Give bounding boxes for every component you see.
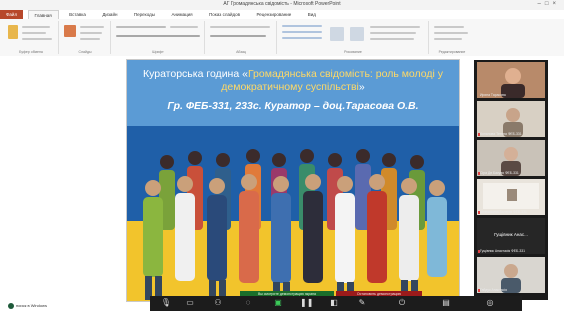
participant-tile[interactable]: Гущівник Анас... Гущівник Анастасія ФЕБ-… [477,218,545,254]
participant-name: Гущівник Анастасія ФЕБ-331 [480,249,526,253]
search-placeholder: поиск в Windows [16,303,47,308]
group-label-slides: Слайды [78,50,92,54]
chat-icon[interactable]: ◌ [242,298,254,308]
group-label-drawing: Рисование [344,50,362,54]
participant-tile[interactable]: Сіра Дв Бакуля ФЕБ-331 [477,140,545,176]
slide-subtitle: Гр. ФЕБ-331, 233с. Куратор – доц.Тарасов… [167,100,419,112]
participant-name-large: Гущівник Анас... [494,232,528,237]
participant-name: Гайдук Анастасія [480,288,507,292]
window-title: АГ Громадянська свідомість - Microsoft P… [223,1,341,7]
slide[interactable]: Кураторська година «Громадянська свідомі… [126,59,460,302]
group-font: Шрифт [112,21,205,54]
video-gallery: Ирина Тарасова Копилова Тетяна ФЕБ-331 С… [474,60,548,300]
arrange-icon[interactable] [330,27,344,41]
tab-insert[interactable]: Вставка [63,10,92,19]
group-label-font: Шрифт [152,50,164,54]
view-icon[interactable]: ▤ [440,298,452,308]
more-icon[interactable]: ◎ [484,298,496,308]
group-label-editing: Редактирование [438,50,466,54]
group-label-paragraph: Абзац [236,50,246,54]
taskbar-search[interactable]: поиск в Windows [8,302,68,310]
slide-illustration [127,126,459,301]
participant-tile[interactable]: Гайдук Анастасія [477,257,545,293]
participant-name: Копилова Тетяна ФЕБ-331 [480,132,522,136]
tab-slideshow[interactable]: Показ слайдов [203,10,246,19]
group-clipboard: Буфер обмена [4,21,59,54]
meeting-toolbar: 🎙 ▭ ⚇ ◌ ▣ ❚❚ ◧ ✎ ⏻ ▤ ◎ [150,296,522,311]
share-screen-icon[interactable]: ▣ [272,298,284,308]
slide-title: Кураторська година «Громадянська свідомі… [142,68,444,93]
camera-icon[interactable]: ▭ [184,298,196,308]
tab-review[interactable]: Рецензирование [250,10,297,19]
cortana-icon[interactable] [8,302,14,309]
new-slide-icon[interactable] [64,25,76,37]
record-icon[interactable]: ⏻ [396,298,408,308]
participant-tile[interactable]: Шевчишина Валерія ФЕБ-331 [477,179,545,215]
group-editing: Редактирование [430,21,474,54]
paste-icon[interactable] [8,25,18,39]
ribbon: Буфер обмена Слайды Шрифт Абзац Рисовани… [0,19,564,57]
group-drawing: Рисование [278,21,429,54]
group-slides: Слайды [60,21,111,54]
participants-icon[interactable]: ⚇ [212,298,224,308]
tab-file[interactable]: Файл [0,10,24,19]
group-paragraph: Абзац [206,21,277,54]
annotate-icon[interactable]: ◧ [328,298,340,308]
microphone-icon[interactable]: 🎙 [160,298,172,308]
tab-view[interactable]: Вид [302,10,322,19]
tab-transitions[interactable]: Переходы [128,10,161,19]
group-label-clipboard: Буфер обмена [19,50,43,54]
tab-animation[interactable]: Анимация [165,10,198,19]
slide-banner: Кураторська година «Громадянська свідомі… [127,60,459,126]
participant-name: Шевчишина Валерія ФЕБ-331 [480,210,527,214]
pause-share-icon[interactable]: ❚❚ [300,298,313,308]
tab-design[interactable]: Дизайн [96,10,123,19]
title-bar: АГ Громадянська свідомість - Microsoft P… [0,0,564,15]
participant-tile[interactable]: Копилова Тетяна ФЕБ-331 [477,101,545,137]
participant-tile[interactable]: Ирина Тарасова [477,62,545,98]
window-controls[interactable]: –□× [538,1,560,7]
participant-name: Ирина Тарасова [480,93,506,97]
participant-name: Сіра Дв Бакуля ФЕБ-331 [480,171,519,175]
pen-icon[interactable]: ✎ [356,298,368,308]
quick-styles-icon[interactable] [350,27,364,41]
